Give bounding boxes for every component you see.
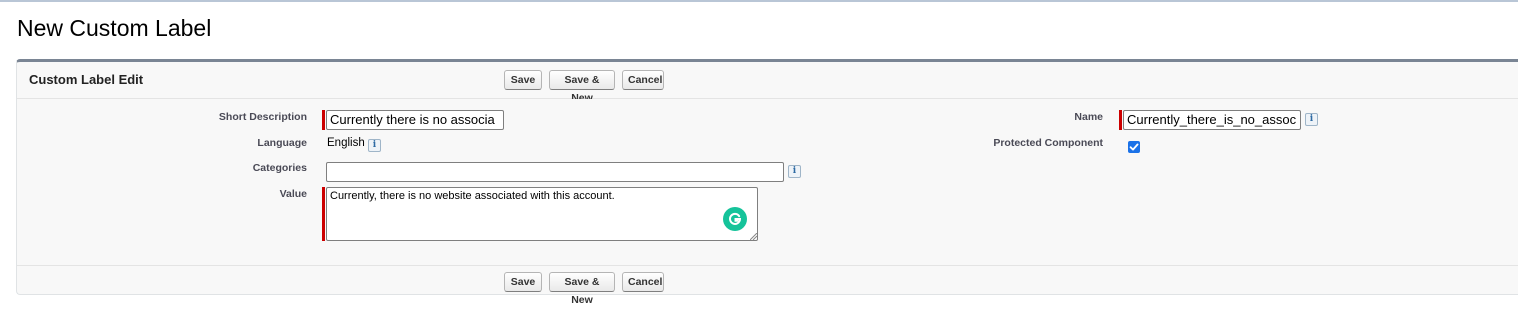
info-icon[interactable]: i xyxy=(788,165,801,178)
protected-component-checkbox[interactable] xyxy=(1128,141,1140,153)
name-label: Name xyxy=(1074,111,1103,123)
short-description-label: Short Description xyxy=(218,111,307,123)
language-label: Language xyxy=(257,137,307,149)
grammarly-icon[interactable] xyxy=(723,207,747,231)
save-and-new-button-bottom[interactable]: Save & New xyxy=(549,272,615,306)
custom-label-edit-panel: Custom Label Edit Save Save & New Cancel… xyxy=(16,59,1518,306)
panel-footer: Save Save & New Cancel xyxy=(17,265,1518,306)
value-label: Value xyxy=(279,188,307,200)
info-icon[interactable]: i xyxy=(368,139,381,152)
save-button-top[interactable]: Save xyxy=(504,70,542,90)
panel-body: Short Description Currently there is no … xyxy=(17,99,1518,265)
panel-header: Custom Label Edit Save Save & New Cancel xyxy=(17,62,1518,104)
short-description-input[interactable]: Currently there is no associa xyxy=(326,110,504,130)
save-button-bottom[interactable]: Save xyxy=(504,272,542,292)
cancel-button-top[interactable]: Cancel xyxy=(622,70,664,90)
panel-title: Custom Label Edit xyxy=(29,72,144,87)
save-and-new-button-top[interactable]: Save & New xyxy=(549,70,615,104)
protected-component-label: Protected Component xyxy=(993,137,1103,149)
cancel-button-bottom[interactable]: Cancel xyxy=(622,272,664,292)
required-indicator xyxy=(1119,110,1122,130)
categories-input[interactable] xyxy=(326,162,784,182)
checkmark-icon xyxy=(1129,143,1139,151)
language-value: English xyxy=(327,137,365,149)
info-icon[interactable]: i xyxy=(1305,113,1318,126)
required-indicator xyxy=(322,187,325,241)
value-textarea[interactable]: Currently, there is no website associate… xyxy=(326,187,758,241)
categories-label: Categories xyxy=(252,162,307,174)
resize-grip-icon[interactable] xyxy=(750,233,757,240)
required-indicator xyxy=(322,110,325,130)
top-border-strip xyxy=(0,0,1518,2)
name-input[interactable]: Currently_there_is_no_assoc xyxy=(1123,110,1301,130)
page-title: New Custom Label xyxy=(17,15,212,41)
